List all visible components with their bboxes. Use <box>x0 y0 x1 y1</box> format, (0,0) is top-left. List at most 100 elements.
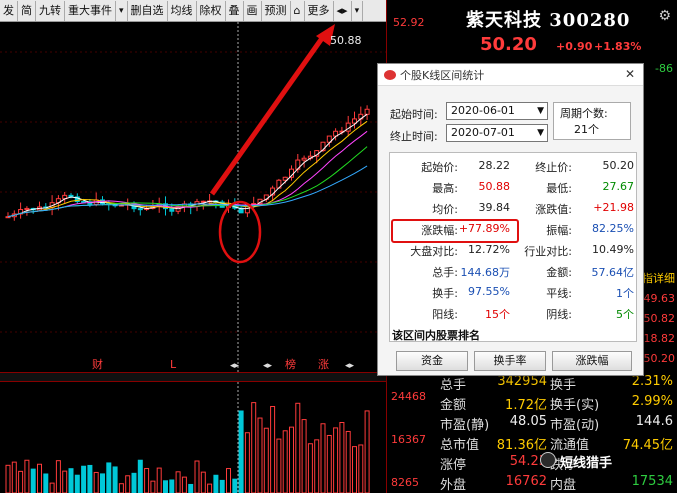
toolbar-item-9[interactable]: 画 <box>244 0 262 21</box>
rank-turnover-button[interactable]: 换手率 <box>474 351 546 371</box>
volume-bar <box>307 443 313 493</box>
stat-value: 50.20 <box>602 159 635 172</box>
start-time-value: 2020-06-01 <box>451 104 515 117</box>
axis-top-price: 52.92 <box>393 16 425 29</box>
toolbar-item-6[interactable]: 均线 <box>168 0 197 21</box>
annotation-arrow <box>209 32 328 196</box>
end-time-select[interactable]: 2020-07-01 ▼ <box>446 124 548 142</box>
quote-row: 金额 1.72亿 换手(实) 2.99% <box>436 394 677 414</box>
volume-bar <box>345 430 351 493</box>
moving-average-line <box>7 165 368 218</box>
stat-label: 平线: <box>546 287 572 300</box>
toolbar-item-10[interactable]: 预测 <box>262 0 291 21</box>
rank-change-button[interactable]: 涨跌幅 <box>552 351 632 371</box>
quote-label: 涨停 <box>440 458 467 473</box>
start-time-select[interactable]: 2020-06-01 ▼ <box>446 102 548 120</box>
edge-value-4: 18.82 <box>643 332 676 345</box>
quote-value: 342954 <box>497 374 547 389</box>
volume-bar <box>118 483 124 493</box>
chevron-down-icon: ▼ <box>537 128 544 138</box>
volume-bar <box>68 468 74 493</box>
period-count-value: 21个 <box>574 123 599 136</box>
stat-value: +21.98 <box>593 201 634 214</box>
stat-label: 振幅: <box>546 224 572 237</box>
volume-bar <box>87 464 93 493</box>
quote-label: 外盘 <box>440 478 467 493</box>
quote-label: 总手 <box>440 378 467 393</box>
volume-bar <box>156 467 162 493</box>
toolbar-item-11[interactable]: ⌂ <box>291 0 305 21</box>
stat-value: 82.25% <box>592 222 634 235</box>
quote-value: 48.05 <box>509 414 547 429</box>
quote-value: 1.72亿 <box>505 398 547 413</box>
close-icon[interactable]: ✕ <box>623 67 637 81</box>
toolbar-item-13[interactable]: ◂▸ <box>334 0 352 21</box>
side-tab[interactable]: 指详细 <box>642 270 675 286</box>
toolbar-item-1[interactable]: 简 <box>18 0 36 21</box>
nav-mark: ◂▸ <box>263 361 273 371</box>
toolbar-item-8[interactable]: 叠 <box>226 0 244 21</box>
stats-row: 大盘对比: 12.72% 行业对比: 10.49% <box>390 243 638 261</box>
volume-bar <box>137 459 143 493</box>
stats-row: 总手: 144.68万 金额: 57.64亿 <box>390 264 638 282</box>
chart-divider[interactable] <box>0 372 386 382</box>
settings-gear-icon[interactable]: ⚙ <box>658 8 671 24</box>
quote-value: 81.36亿 <box>496 438 547 453</box>
volume-bar <box>226 468 231 493</box>
volume-bar <box>339 422 345 493</box>
volume-bar <box>333 427 339 493</box>
volume-bar <box>106 462 112 493</box>
toolbar-item-0[interactable]: 发 <box>0 0 18 21</box>
volume-bar <box>326 434 332 493</box>
volume-bar <box>131 472 137 493</box>
toolbar-item-5[interactable]: 删自选 <box>128 0 168 21</box>
dialog-title-bar[interactable]: 个股K线区间统计 <box>378 64 643 86</box>
volume-bar <box>181 476 187 493</box>
watermark-logo-icon <box>540 452 556 468</box>
quote-row: 外盘 16762 内盘 17534 <box>436 474 677 493</box>
high-price-marker: 50.88 <box>330 34 362 47</box>
quote-value: 144.6 <box>635 414 673 429</box>
kline-chart[interactable]: 50.88 财 L 榜 涨 ◂▸ ◂▸ ◂▸ <box>0 22 386 372</box>
toolbar-item-12[interactable]: 更多 <box>305 0 334 21</box>
candle-body <box>200 200 206 203</box>
candle-body <box>364 108 370 115</box>
edge-value-5: 50.20 <box>643 352 676 365</box>
volume-bar <box>49 482 55 493</box>
volume-bar <box>251 402 257 493</box>
volume-bar <box>30 468 36 493</box>
volume-bar <box>289 426 294 493</box>
stat-label: 阴线: <box>546 308 572 321</box>
toolbar-item-14[interactable]: ▾ <box>352 0 364 21</box>
stat-value: 97.55% <box>468 285 510 298</box>
quote-label: 金额 <box>440 398 467 413</box>
stat-value: 10.49% <box>592 243 634 256</box>
chevron-down-icon: ▼ <box>537 106 544 116</box>
stat-label: 总手: <box>432 266 458 279</box>
stat-value: 57.64亿 <box>591 266 635 279</box>
stock-change-pct: +1.83% <box>594 40 642 53</box>
rank-fund-button[interactable]: 资金 <box>396 351 468 371</box>
quote-value: 16762 <box>505 474 547 489</box>
stat-label: 起始价: <box>421 161 458 174</box>
volume-bar <box>188 483 194 493</box>
toolbar-item-7[interactable]: 除权 <box>197 0 226 21</box>
stat-value: 1个 <box>616 287 634 300</box>
toolbar-item-2[interactable]: 九转 <box>36 0 65 21</box>
volume-bar <box>62 470 68 493</box>
quote-label: 换手 <box>550 378 577 393</box>
volume-bar <box>24 459 30 493</box>
toolbar-item-4[interactable]: ▾ <box>116 0 128 21</box>
quote-value: 2.99% <box>631 394 673 409</box>
quote-label: 市盈(静) <box>440 418 490 433</box>
volume-chart[interactable] <box>0 382 386 493</box>
vol-label-2: 16367 <box>391 433 426 446</box>
volume-bar <box>74 474 80 493</box>
volume-bar <box>257 417 263 493</box>
volume-bar <box>232 478 238 493</box>
quote-label: 内盘 <box>550 478 577 493</box>
stat-label: 涨跌值: <box>535 203 572 216</box>
toolbar-item-3[interactable]: 重大事件 <box>65 0 116 21</box>
event-mark: 涨 <box>318 358 329 371</box>
period-count-box: 周期个数: 21个 <box>553 102 631 140</box>
